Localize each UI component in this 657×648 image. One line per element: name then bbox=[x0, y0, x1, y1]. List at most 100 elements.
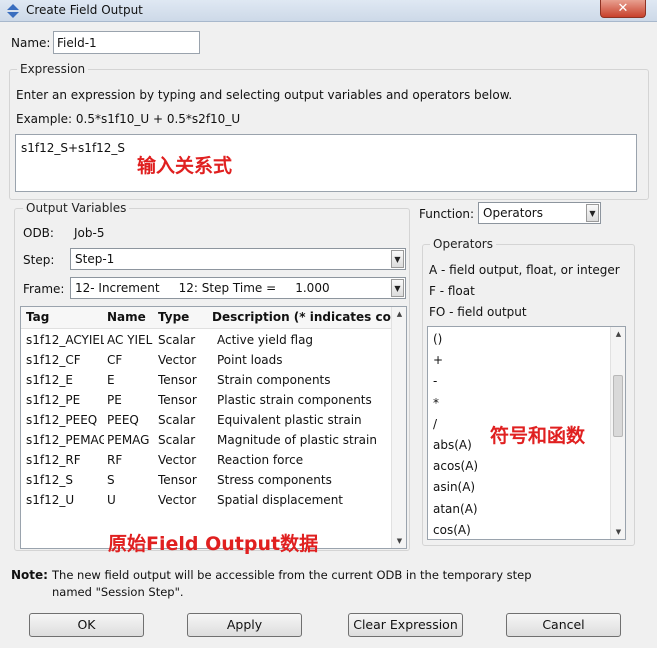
table-scrollbar[interactable]: ▲ ▼ bbox=[391, 307, 406, 548]
cell-description: Equivalent plastic strain bbox=[217, 413, 362, 427]
cell-name: PEEQ bbox=[107, 413, 139, 427]
expression-value: s1f12_S+s1f12_S bbox=[21, 141, 126, 155]
cell-tag: s1f12_E bbox=[26, 373, 73, 387]
cell-name: U bbox=[107, 493, 116, 507]
clear-expression-button[interactable]: Clear Expression bbox=[348, 613, 463, 637]
cell-description: Plastic strain components bbox=[217, 393, 372, 407]
window-title: Create Field Output bbox=[26, 3, 143, 17]
scroll-up-icon[interactable]: ▲ bbox=[392, 307, 406, 321]
cell-type: Tensor bbox=[158, 373, 197, 387]
operator-item[interactable]: - bbox=[433, 371, 437, 391]
chevron-down-icon[interactable]: ▼ bbox=[391, 279, 404, 297]
operator-item[interactable]: cos(A) bbox=[433, 520, 471, 539]
cell-tag: s1f12_U bbox=[26, 493, 75, 507]
cell-tag: s1f12_ACYIEL bbox=[26, 333, 104, 347]
operator-item[interactable]: / bbox=[433, 414, 437, 434]
cell-tag: s1f12_PEEQ bbox=[26, 413, 98, 427]
cell-name: RF bbox=[107, 453, 123, 467]
column-header-tag[interactable]: Tag bbox=[26, 307, 104, 327]
scroll-down-icon[interactable]: ▼ bbox=[611, 525, 625, 539]
operator-item[interactable]: atan(A) bbox=[433, 499, 478, 519]
cell-name: AC YIEL bbox=[107, 333, 153, 347]
function-select[interactable]: Operators ▼ bbox=[478, 202, 601, 224]
odb-value: Job-5 bbox=[74, 226, 105, 240]
cell-description: Reaction force bbox=[217, 453, 304, 467]
cell-description: Magnitude of plastic strain bbox=[217, 433, 377, 447]
operators-group-title: Operators bbox=[430, 237, 496, 251]
cell-type: Vector bbox=[158, 353, 197, 367]
frame-select[interactable]: 12- Increment 12: Step Time = 1.000 ▼ bbox=[70, 277, 406, 299]
output-variables-group-title: Output Variables bbox=[23, 201, 130, 215]
chevron-down-icon[interactable]: ▼ bbox=[391, 250, 404, 268]
title-bar[interactable]: Create Field Output ✕ bbox=[0, 0, 657, 22]
cell-description: Active yield flag bbox=[217, 333, 314, 347]
cell-type: Tensor bbox=[158, 393, 197, 407]
operator-item[interactable]: asin(A) bbox=[433, 477, 475, 497]
table-row[interactable]: s1f12_ACYIEL AC YIEL Scalar Active yield fl… bbox=[21, 330, 393, 350]
operators-legend-fo: FO - field output bbox=[429, 305, 527, 319]
cell-type: Vector bbox=[158, 493, 197, 507]
table-row[interactable]: s1f12_RF RF Vector Reaction force bbox=[21, 450, 393, 470]
chevron-down-icon[interactable]: ▼ bbox=[586, 204, 599, 222]
cell-type: Scalar bbox=[158, 433, 196, 447]
column-header-type[interactable]: Type bbox=[158, 307, 210, 327]
output-variables-table[interactable]: Tag Name Type Description (* indicates c… bbox=[20, 306, 407, 549]
apply-button[interactable]: Apply bbox=[187, 613, 302, 637]
expression-annotation: 输入关系式 bbox=[137, 155, 233, 177]
cell-description: Spatial displacement bbox=[217, 493, 343, 507]
cell-description: Point loads bbox=[217, 353, 283, 367]
operator-item[interactable]: () bbox=[433, 329, 442, 349]
table-row[interactable]: s1f12_CF CF Vector Point loads bbox=[21, 350, 393, 370]
cell-tag: s1f12_PE bbox=[26, 393, 81, 407]
operator-item[interactable]: abs(A) bbox=[433, 435, 472, 455]
function-select-value: Operators bbox=[483, 206, 543, 220]
operator-item[interactable]: acos(A) bbox=[433, 456, 478, 476]
scroll-up-icon[interactable]: ▲ bbox=[611, 327, 625, 341]
name-input[interactable] bbox=[53, 31, 200, 54]
table-header: Tag Name Type Description (* indicates c… bbox=[21, 307, 393, 329]
output-variables-annotation: 原始Field Output数据 bbox=[108, 533, 319, 555]
table-row[interactable]: s1f12_PEEQ PEEQ Scalar Equivalent plastic s… bbox=[21, 410, 393, 430]
close-button[interactable]: ✕ bbox=[600, 0, 646, 18]
cell-name: PEMAG bbox=[107, 433, 150, 447]
table-row[interactable]: s1f12_PEMAG PEMAG Scalar Magnitude of plast… bbox=[21, 430, 393, 450]
step-select-value: Step-1 bbox=[75, 252, 115, 266]
operator-item[interactable]: + bbox=[433, 350, 443, 370]
frame-label: Frame: bbox=[23, 282, 65, 296]
scroll-thumb[interactable] bbox=[613, 375, 623, 437]
table-row[interactable]: s1f12_E E Tensor Strain components bbox=[21, 370, 393, 390]
operator-item[interactable]: * bbox=[433, 393, 439, 413]
scroll-down-icon[interactable]: ▼ bbox=[392, 534, 406, 548]
step-select[interactable]: Step-1 ▼ bbox=[70, 248, 406, 270]
cell-name: E bbox=[107, 373, 115, 387]
operators-scrollbar[interactable]: ▲ ▼ bbox=[610, 327, 625, 539]
column-header-name[interactable]: Name bbox=[107, 307, 155, 327]
expression-input[interactable]: s1f12_S+s1f12_S bbox=[15, 134, 637, 192]
expression-group-title: Expression bbox=[17, 62, 89, 76]
note-line-2: named "Session Step". bbox=[52, 585, 184, 599]
frame-select-value: 12- Increment 12: Step Time = 1.000 bbox=[75, 281, 330, 295]
cell-type: Scalar bbox=[158, 413, 196, 427]
expression-example: Example: 0.5*s1f10_U + 0.5*s2f10_U bbox=[16, 112, 241, 126]
operators-legend-f: F - float bbox=[429, 284, 475, 298]
name-label: Name: bbox=[11, 36, 51, 50]
table-row[interactable]: s1f12_PE PE Tensor Plastic strain component… bbox=[21, 390, 393, 410]
operators-legend-a: A - field output, float, or integer bbox=[429, 263, 620, 277]
function-label: Function: bbox=[419, 207, 475, 221]
cell-name: S bbox=[107, 473, 115, 487]
app-icon bbox=[7, 4, 19, 18]
cell-type: Vector bbox=[158, 453, 197, 467]
note-label: Note: bbox=[11, 568, 48, 582]
table-row[interactable]: s1f12_U U Vector Spatial displacement bbox=[21, 490, 393, 510]
cell-description: Stress components bbox=[217, 473, 332, 487]
step-label: Step: bbox=[23, 253, 55, 267]
cancel-button[interactable]: Cancel bbox=[506, 613, 621, 637]
cell-tag: s1f12_S bbox=[26, 473, 73, 487]
table-row[interactable]: s1f12_S S Tensor Stress components bbox=[21, 470, 393, 490]
odb-label: ODB: bbox=[23, 226, 54, 240]
cell-name: CF bbox=[107, 353, 123, 367]
cell-tag: s1f12_PEMAG bbox=[26, 433, 104, 447]
ok-button[interactable]: OK bbox=[29, 613, 144, 637]
note-line-1: The new field output will be accessible … bbox=[52, 568, 532, 582]
column-header-description[interactable]: Description (* indicates comp bbox=[212, 307, 393, 327]
